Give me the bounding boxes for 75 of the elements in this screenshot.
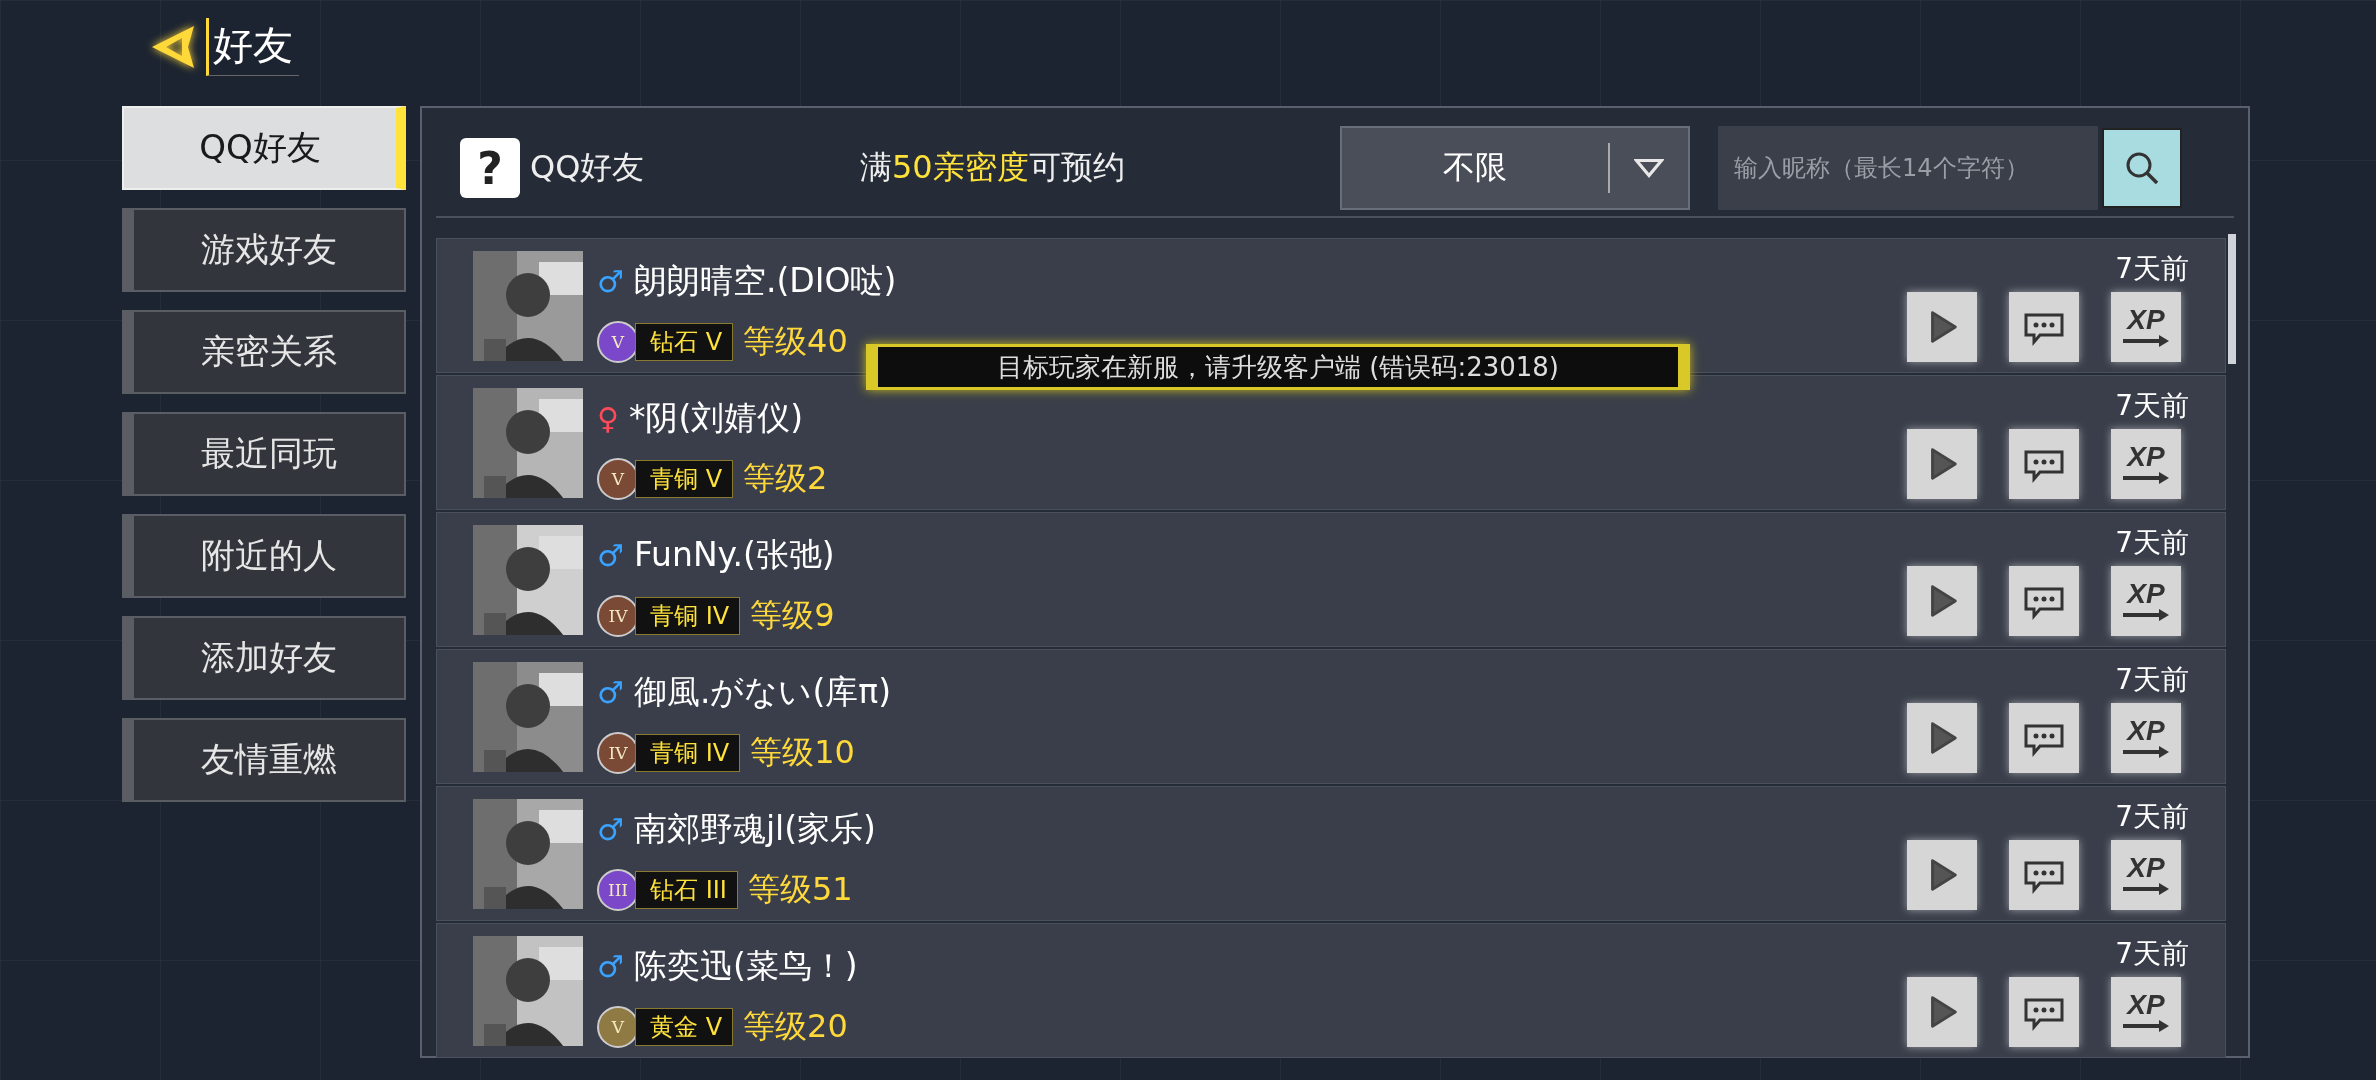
play-button[interactable] <box>1907 565 1977 636</box>
chat-button[interactable] <box>2009 702 2079 773</box>
sidebar-tab[interactable]: QQ好友 <box>122 106 406 190</box>
list-title: QQ好友 <box>530 147 646 188</box>
friend-name: 御風.がない(库π) <box>633 671 891 713</box>
help-icon[interactable]: ? <box>460 138 520 198</box>
xp-send-button[interactable]: XP <box>2111 428 2181 499</box>
filter-dropdown[interactable]: 不限 <box>1340 126 1690 210</box>
gender-symbol: ♀ <box>597 401 619 436</box>
play-button[interactable] <box>1907 976 1977 1047</box>
last-seen: 7天前 <box>2115 250 2189 287</box>
level-label: 等级40 <box>743 321 848 362</box>
gender-symbol: ♂ <box>597 264 624 299</box>
sidebar-tab[interactable]: 友情重燃 <box>122 718 406 802</box>
friend-name: *阴(刘婧仪) <box>629 397 804 439</box>
search-field[interactable]: 输入昵称（最长14个字符） <box>1718 126 2098 210</box>
play-button[interactable] <box>1907 702 1977 773</box>
caret-icon <box>1634 158 1664 178</box>
chat-button[interactable] <box>2009 839 2079 910</box>
rank-label: 钻石 V <box>635 323 734 361</box>
sidebar-tab[interactable]: 附近的人 <box>122 514 406 598</box>
last-seen: 7天前 <box>2115 387 2189 424</box>
arrow-icon <box>2121 333 2171 348</box>
xp-send-button[interactable]: XP <box>2111 565 2181 636</box>
play-button[interactable] <box>1907 291 1977 362</box>
search-button[interactable] <box>2102 128 2182 208</box>
last-seen: 7天前 <box>2115 524 2189 561</box>
xp-send-button[interactable]: XP <box>2111 702 2181 773</box>
gender-symbol: ♂ <box>597 538 624 573</box>
level-label: 等级2 <box>743 458 828 499</box>
friend-name: 南郊野魂jl(家乐) <box>633 808 876 850</box>
sidebar-tab[interactable]: 亲密关系 <box>122 310 406 394</box>
last-seen: 7天前 <box>2115 935 2189 972</box>
friend-row[interactable]: ♂ FunNy.(张弛) IV 青铜 IV 等级9 7天前 XP <box>436 512 2226 647</box>
xp-send-button[interactable]: XP <box>2111 291 2181 362</box>
friend-row[interactable]: ♂ 陈奕迅(菜鸟！) V 黄金 V 等级20 7天前 XP <box>436 923 2226 1058</box>
gender-symbol: ♂ <box>597 675 624 710</box>
level-label: 等级9 <box>750 595 835 636</box>
arrow-icon <box>2121 607 2171 622</box>
chat-button[interactable] <box>2009 976 2079 1047</box>
xp-send-button[interactable]: XP <box>2111 839 2181 910</box>
gender-symbol: ♂ <box>597 949 624 984</box>
friend-name: FunNy.(张弛) <box>633 534 835 576</box>
friend-name: 朗朗晴空.(DIO哒) <box>633 260 897 302</box>
rank-label: 黄金 V <box>635 1008 734 1046</box>
intimacy-notice: 满50亲密度可预约 <box>860 147 1126 188</box>
xp-send-button[interactable]: XP <box>2111 976 2181 1047</box>
friend-row[interactable]: ♂ 御風.がない(库π) IV 青铜 IV 等级10 7天前 XP <box>436 649 2226 784</box>
last-seen: 7天前 <box>2115 798 2189 835</box>
level-label: 等级20 <box>743 1006 848 1047</box>
last-seen: 7天前 <box>2115 661 2189 698</box>
gender-symbol: ♂ <box>597 812 624 847</box>
level-label: 等级51 <box>747 869 853 910</box>
arrow-icon <box>2121 744 2171 759</box>
chat-button[interactable] <box>2009 565 2079 636</box>
sidebar-tab[interactable]: 游戏好友 <box>122 208 406 292</box>
arrow-icon <box>2121 470 2171 485</box>
rank-label: 青铜 IV <box>635 597 741 635</box>
sidebar-tab[interactable]: 添加好友 <box>122 616 406 700</box>
friend-name: 陈奕迅(菜鸟！) <box>633 945 858 987</box>
error-toast: 目标玩家在新服，请升级客户端 (错误码:23018) <box>866 344 1690 390</box>
sidebar-tab[interactable]: 最近同玩 <box>122 412 406 496</box>
scrollbar[interactable] <box>2228 234 2236 364</box>
play-button[interactable] <box>1907 839 1977 910</box>
rank-label: 钻石 III <box>635 871 738 909</box>
arrow-icon <box>2121 1018 2171 1033</box>
play-button[interactable] <box>1907 428 1977 499</box>
chat-button[interactable] <box>2009 428 2079 499</box>
rank-label: 青铜 IV <box>635 734 741 772</box>
page-title: 好友 <box>206 18 299 76</box>
arrow-icon <box>2121 881 2171 896</box>
level-label: 等级10 <box>750 732 855 773</box>
chat-button[interactable] <box>2009 291 2079 362</box>
friend-row[interactable]: ♂ 南郊野魂jl(家乐) III 钻石 III 等级51 7天前 XP <box>436 786 2226 921</box>
rank-label: 青铜 V <box>635 460 734 498</box>
